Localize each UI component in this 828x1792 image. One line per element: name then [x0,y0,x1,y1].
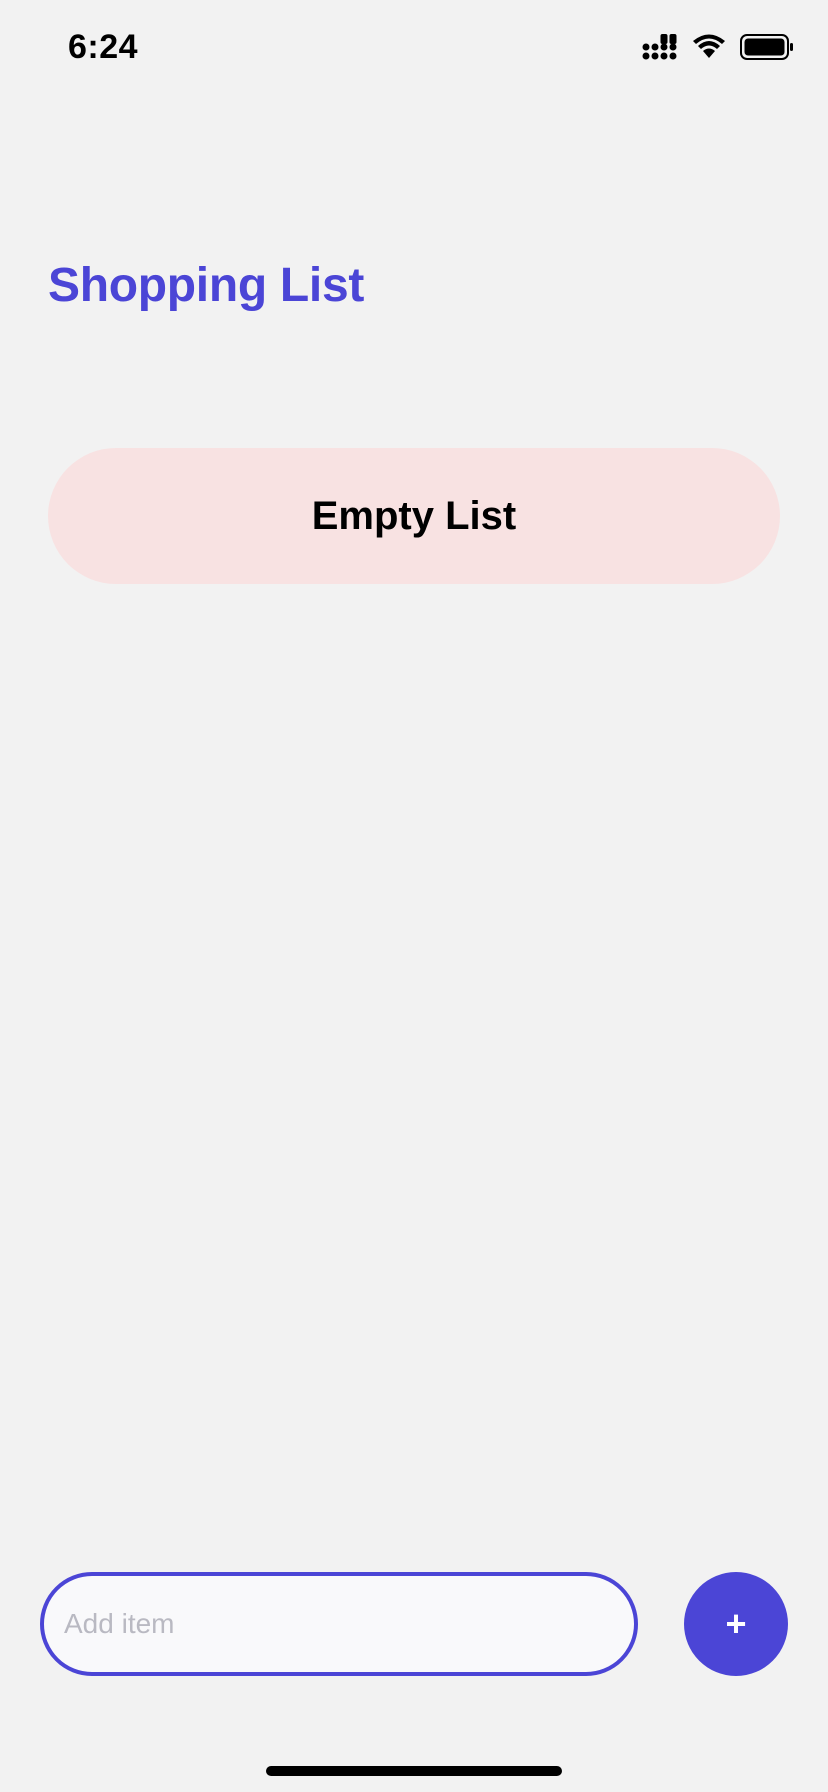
empty-list-label: Empty List [311,493,517,538]
add-item-button[interactable]: + [684,1572,788,1676]
battery-icon [740,34,794,60]
status-time: 6:24 [68,28,139,66]
status-icons [642,34,794,60]
page-title: Shopping List [48,259,365,312]
home-indicator [266,1766,562,1776]
plus-icon: + [725,1603,747,1644]
empty-list-card: Empty List [48,448,780,584]
wifi-icon [692,34,726,60]
status-bar: 6:24 [0,0,828,100]
add-item-input[interactable] [40,1572,638,1676]
cellular-signal-icon [642,34,678,60]
